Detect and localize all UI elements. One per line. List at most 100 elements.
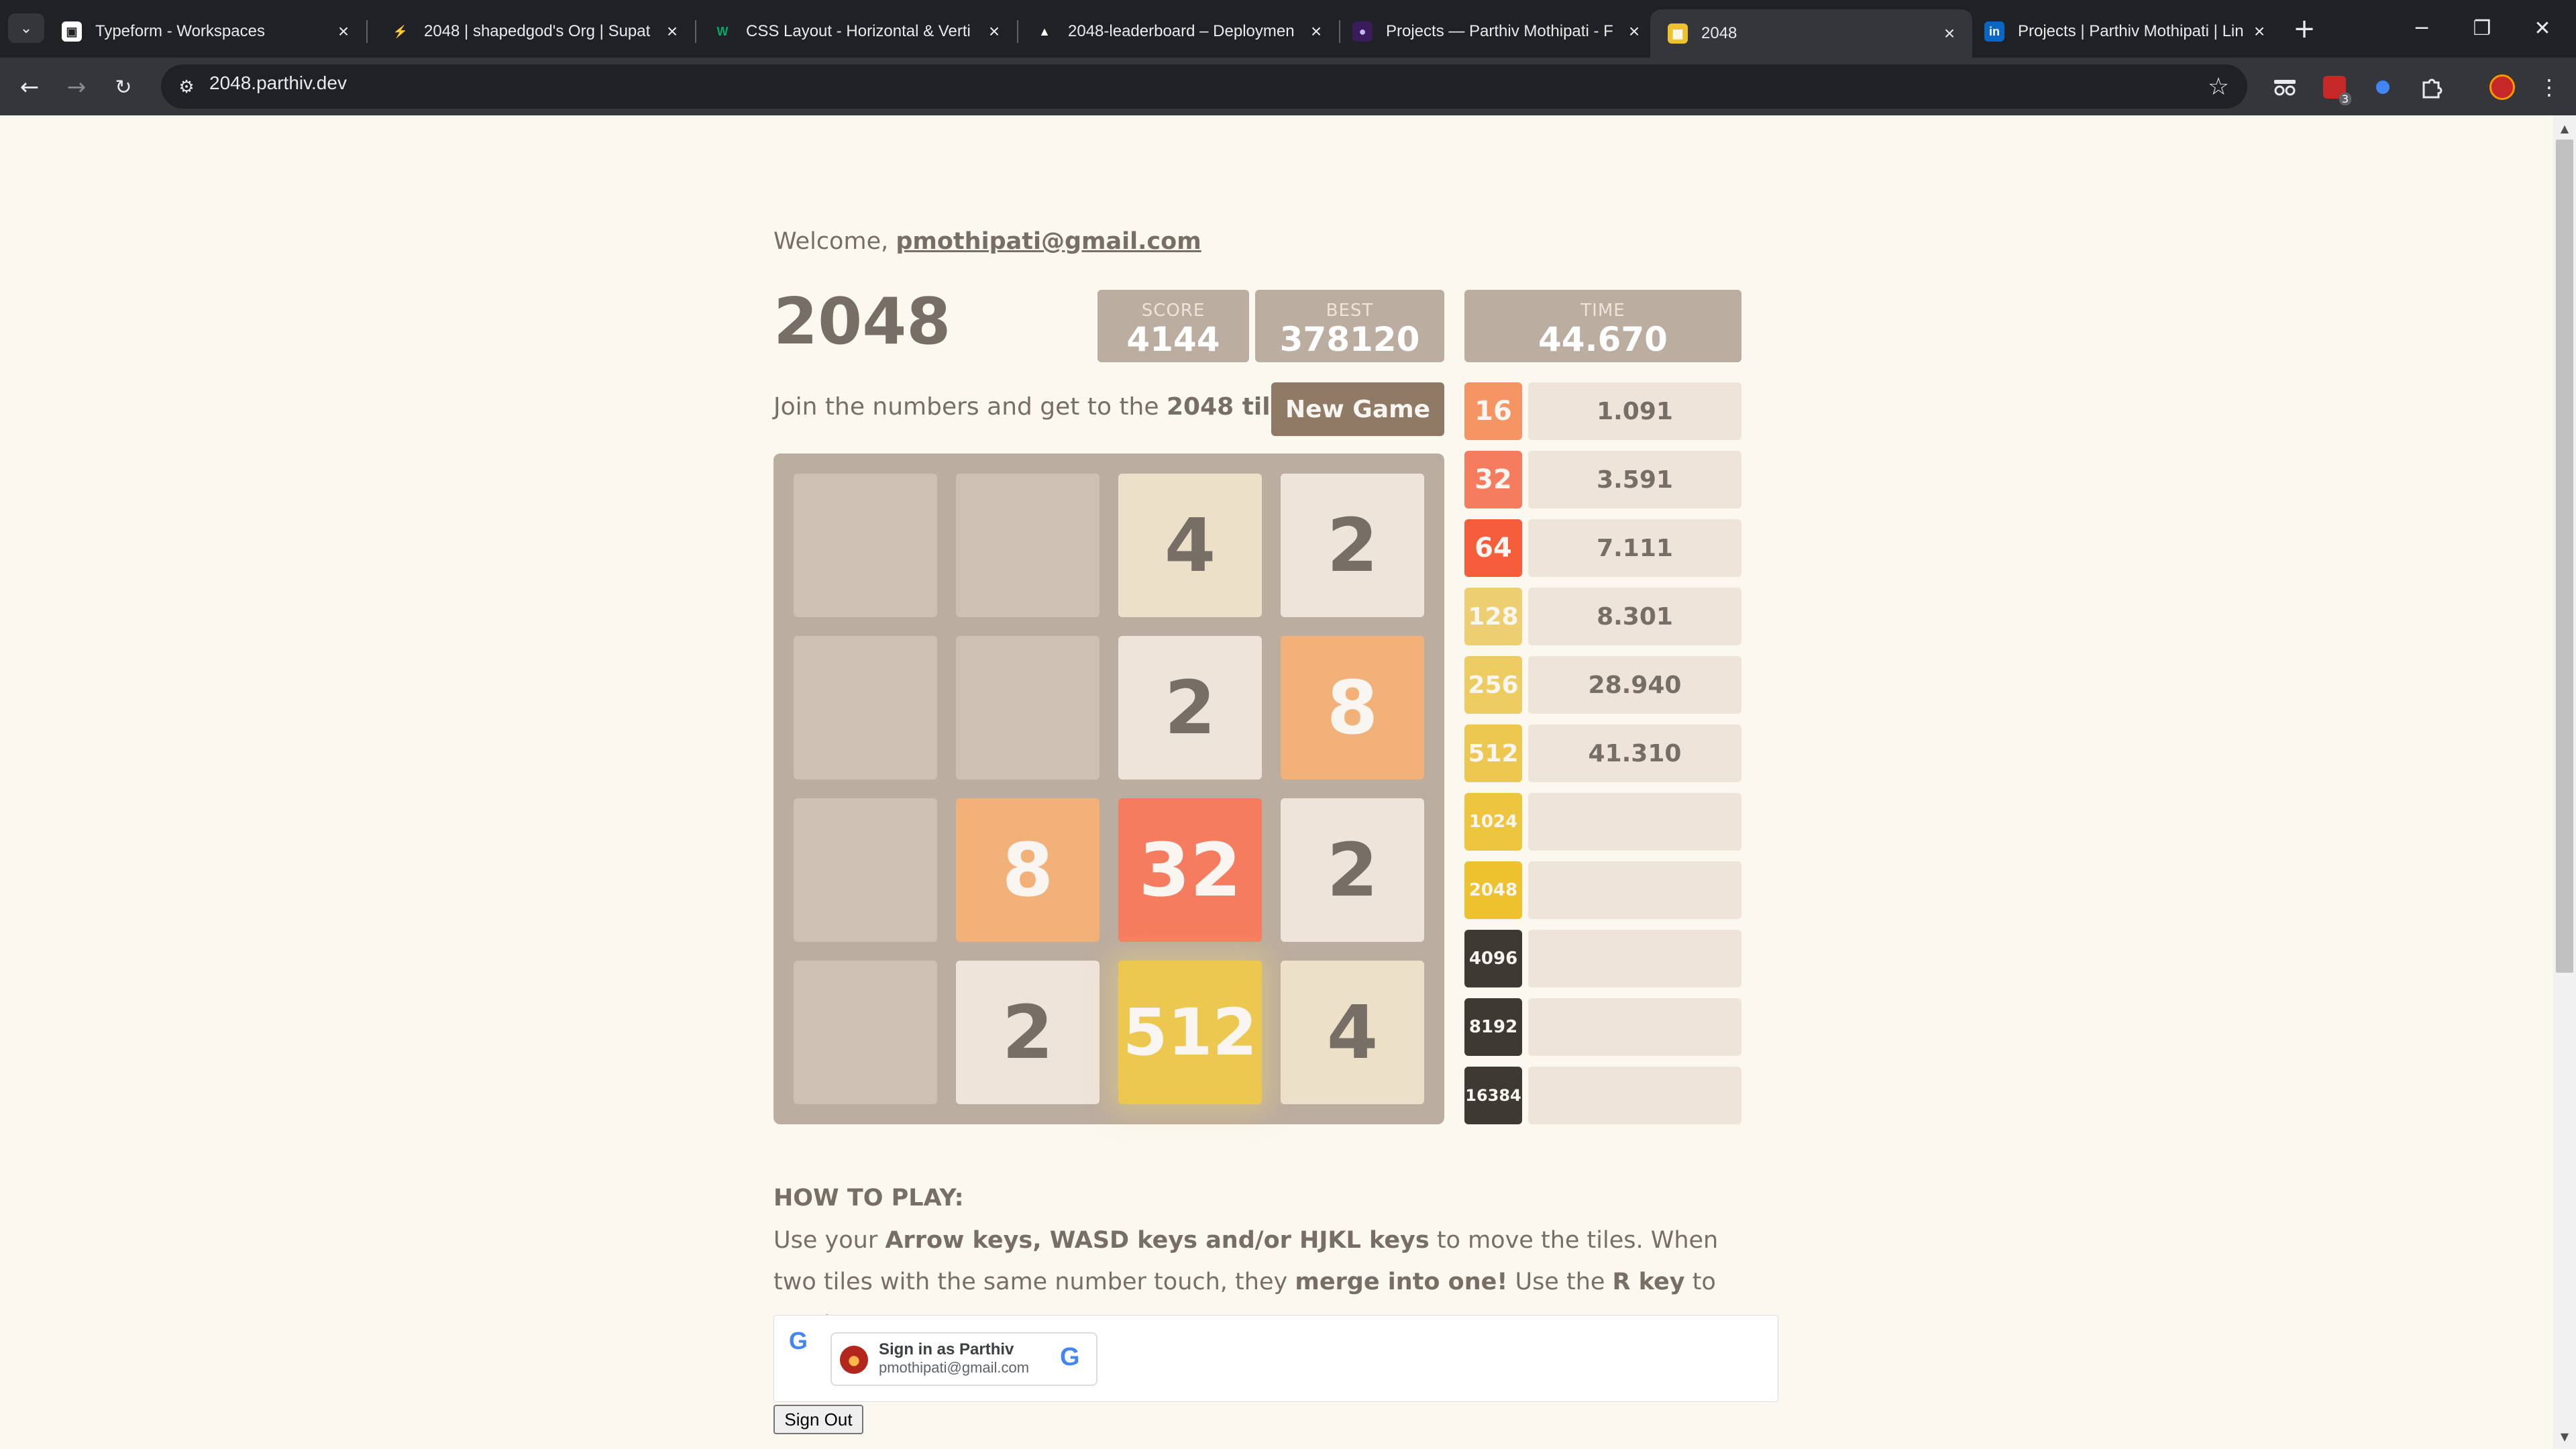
close-tab-icon[interactable]: ×	[330, 21, 357, 42]
typeform-icon: ▣	[62, 21, 82, 42]
tab-title: CSS Layout - Horizontal & Verti	[746, 22, 971, 40]
score-value: 4144	[1126, 320, 1220, 359]
split-time: 3.591	[1528, 451, 1741, 508]
tab-title: Projects — Parthiv Mothipati - F	[1386, 22, 1613, 40]
split-tile: 128	[1464, 588, 1522, 645]
time-label: TIME	[1580, 301, 1625, 321]
new-tab-button[interactable]: +	[2288, 12, 2321, 46]
browser-tab[interactable]: ▦ 2048 ×	[1650, 9, 1972, 58]
browser-tab[interactable]: ▣ Typeform - Workspaces ×	[44, 9, 366, 54]
tab-title: Typeform - Workspaces	[95, 22, 265, 40]
split-time: 41.310	[1528, 724, 1741, 782]
howto-text-1: Use your	[773, 1227, 885, 1254]
tile: 2	[1281, 474, 1424, 617]
scrollbar-thumb[interactable]	[2556, 140, 2573, 973]
scroll-up-icon[interactable]: ▲	[2553, 117, 2576, 140]
reload-button[interactable]: ↻	[106, 70, 141, 105]
howto-bold-r-key: R key	[1612, 1269, 1685, 1295]
browser-tab[interactable]: ● Projects — Parthiv Mothipati - F ×	[1335, 9, 1657, 54]
split-time	[1528, 1067, 1741, 1124]
close-tab-icon[interactable]: ×	[1936, 23, 1963, 44]
tab-title: Projects | Parthiv Mothipati | Lin	[2018, 22, 2244, 40]
split-tile: 32	[1464, 451, 1522, 508]
tab-title: 2048	[1701, 24, 1737, 42]
best-label: BEST	[1326, 301, 1374, 321]
browser-tab[interactable]: W CSS Layout - Horizontal & Verti ×	[695, 9, 1017, 54]
welcome-prefix: Welcome,	[773, 228, 896, 255]
sign-out-button[interactable]: Sign Out	[773, 1405, 863, 1434]
url-text[interactable]: 2048.parthiv.dev	[209, 72, 347, 94]
browser-tab[interactable]: ▲ 2048-leaderboard – Deploymen ×	[1017, 9, 1339, 54]
w3schools-icon: W	[712, 21, 733, 42]
back-button[interactable]: ←	[12, 70, 47, 105]
blue-dot-extension-icon[interactable]	[2367, 71, 2399, 103]
extension-badge-count: 3	[2339, 93, 2351, 105]
close-tab-icon[interactable]: ×	[981, 21, 1008, 42]
scroll-down-icon[interactable]: ▼	[2553, 1425, 2576, 1448]
time-box: TIME 44.670	[1464, 290, 1741, 362]
browser-menu-icon[interactable]: ⋮	[2533, 71, 2565, 103]
tile: 32	[1118, 798, 1262, 942]
vercel-icon: ▲	[1034, 21, 1055, 42]
split-tile: 4096	[1464, 930, 1522, 987]
close-tab-icon[interactable]: ×	[1303, 21, 1330, 42]
split-time	[1528, 998, 1741, 1056]
close-tab-icon[interactable]: ×	[2246, 21, 2273, 42]
forward-button[interactable]: →	[59, 70, 94, 105]
split-tile: 512	[1464, 724, 1522, 782]
empty-cell	[956, 636, 1099, 780]
extensions-puzzle-icon[interactable]	[2415, 71, 2447, 103]
tab-title: 2048 | shapedgod's Org | Supat	[424, 22, 651, 40]
tile: 4	[1118, 474, 1262, 617]
incognito-extension-icon[interactable]	[2269, 71, 2301, 103]
split-tile: 8192	[1464, 998, 1522, 1056]
split-tile: 1024	[1464, 793, 1522, 851]
browser-tab[interactable]: in Projects | Parthiv Mothipati | Lin ×	[1967, 9, 2282, 54]
split-time	[1528, 861, 1741, 919]
tab-search-button[interactable]: ⌄	[8, 13, 44, 43]
google-logo-icon: G	[789, 1327, 808, 1354]
game-intro: Join the numbers and get to the 2048 til…	[773, 393, 1297, 421]
profile-avatar-icon[interactable]	[2486, 71, 2518, 103]
sign-in-email: pmothipati@gmail.com	[879, 1359, 1030, 1376]
2048-icon: ▦	[1668, 23, 1688, 44]
empty-cell	[956, 474, 1099, 617]
browser-tab[interactable]: ⚡ 2048 | shapedgod's Org | Supat ×	[373, 9, 695, 54]
restore-button[interactable]: ❐	[2455, 9, 2509, 47]
bookmark-star-icon[interactable]: ☆	[2202, 70, 2235, 103]
new-game-button[interactable]: New Game	[1271, 382, 1444, 436]
linkedin-icon: in	[1984, 21, 2004, 42]
score-box: SCORE 4144	[1097, 290, 1249, 362]
minimize-button[interactable]: ─	[2395, 9, 2449, 47]
portfolio-icon: ●	[1352, 21, 1373, 42]
site-info-icon[interactable]: ⚙	[173, 74, 200, 101]
close-tab-icon[interactable]: ×	[1621, 21, 1648, 42]
empty-cell	[794, 798, 937, 942]
extension-badge-icon[interactable]: 3	[2318, 71, 2351, 105]
tab-title: 2048-leaderboard – Deploymen	[1068, 22, 1295, 40]
howto-text-3: Use the	[1507, 1269, 1613, 1295]
sign-in-as-label: Sign in as Parthiv	[879, 1340, 1014, 1358]
split-tile: 16	[1464, 382, 1522, 440]
howto-bold-keys: Arrow keys, WASD keys and/or HJKL keys	[885, 1227, 1430, 1254]
empty-cell	[794, 636, 937, 780]
supabase-icon: ⚡	[390, 21, 411, 42]
tab-separator	[366, 20, 368, 43]
split-time: 8.301	[1528, 588, 1741, 645]
best-box: BEST 378120	[1255, 290, 1444, 362]
split-time: 1.091	[1528, 382, 1741, 440]
close-window-button[interactable]: ✕	[2516, 9, 2569, 47]
howto-bold-merge: merge into one!	[1295, 1269, 1508, 1295]
tile: 2	[1118, 636, 1262, 780]
split-time	[1528, 930, 1741, 987]
split-time	[1528, 793, 1741, 851]
address-bar[interactable]	[161, 64, 2247, 109]
tile: 512	[1118, 961, 1262, 1104]
split-tile: 256	[1464, 656, 1522, 714]
best-value: 378120	[1279, 320, 1420, 359]
user-email-link[interactable]: pmothipati@gmail.com	[896, 228, 1201, 255]
tile: 8	[1281, 636, 1424, 780]
close-tab-icon[interactable]: ×	[659, 21, 686, 42]
tile: 2	[1281, 798, 1424, 942]
how-to-play-heading: HOW TO PLAY:	[773, 1185, 964, 1212]
